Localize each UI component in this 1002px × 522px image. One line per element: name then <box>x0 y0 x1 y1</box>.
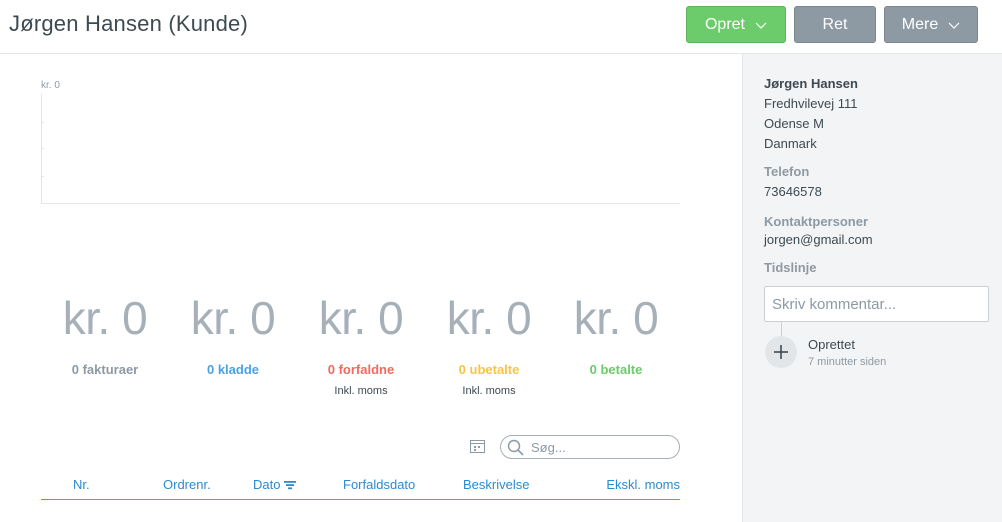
column-label: Nr. <box>73 477 90 492</box>
create-button[interactable]: Opret <box>686 6 786 43</box>
search-icon <box>507 439 524 456</box>
column-header-nr[interactable]: Nr. <box>73 477 90 492</box>
column-header-order[interactable]: Ordrenr. <box>163 477 211 492</box>
column-label: Dato <box>253 477 281 492</box>
table-header: Nr. Ordrenr. Dato Forfaldsdato Beskrivel… <box>41 474 680 500</box>
create-button-label: Opret <box>704 15 745 33</box>
header: Jørgen Hansen (Kunde) Opret Ret Mere <box>0 0 1002 54</box>
edit-button[interactable]: Ret <box>794 6 876 43</box>
phone-label: Telefon <box>764 164 810 179</box>
stat-label: 0 betalte <box>589 362 643 377</box>
main-content: kr. 0 kr. 0 0 fakturaer kr. 0 0 kladde k… <box>0 54 742 522</box>
chevron-down-icon <box>755 22 767 29</box>
column-header-description[interactable]: Beskrivelse <box>463 477 529 492</box>
contact-email[interactable]: jorgen@gmail.com <box>764 232 873 247</box>
comment-field[interactable] <box>764 286 989 322</box>
customer-sidebar: Jørgen Hansen Fredhvilevej 111 Odense M … <box>742 54 1002 522</box>
table-toolbar <box>0 434 742 462</box>
column-label: Beskrivelse <box>463 477 530 492</box>
address-line: Odense M <box>764 116 824 131</box>
summary-stats: kr. 0 0 fakturaer kr. 0 0 kladde kr. 0 0… <box>41 290 680 400</box>
edit-button-label: Ret <box>822 15 848 33</box>
stat-label: 0 fakturaer <box>71 362 139 377</box>
stat-label: 0 kladde <box>206 362 260 377</box>
column-header-date[interactable]: Dato <box>253 477 297 492</box>
phone-value: 73646578 <box>764 184 822 199</box>
stat-sub: Inkl. moms <box>334 385 388 397</box>
stat-paid[interactable]: kr. 0 0 betalte <box>552 290 680 385</box>
column-label: Ekskl. moms <box>606 477 680 492</box>
search-input[interactable] <box>531 438 671 456</box>
timeline-event-time: 7 minutter siden <box>808 356 887 368</box>
calendar-icon[interactable] <box>470 439 485 453</box>
column-header-excl-vat[interactable]: Ekskl. moms <box>606 477 680 492</box>
customer-name: Jørgen Hansen <box>764 76 858 91</box>
stat-value: kr. 0 <box>190 292 276 344</box>
chart-area <box>41 94 680 204</box>
stat-value: kr. 0 <box>573 292 659 344</box>
comment-input[interactable] <box>765 287 988 321</box>
stat-value: kr. 0 <box>62 292 148 344</box>
sort-icon <box>284 480 297 489</box>
stat-label: 0 forfaldne <box>327 362 395 377</box>
more-button-label: Mere <box>901 15 939 33</box>
page-title: Jørgen Hansen (Kunde) <box>9 11 248 36</box>
column-label: Forfaldsdato <box>343 477 416 492</box>
column-header-due-date[interactable]: Forfaldsdato <box>343 477 415 492</box>
stat-sub: Inkl. moms <box>462 385 516 397</box>
timeline-event-title: Oprettet <box>808 337 855 352</box>
stat-label: 0 ubetalte <box>458 362 520 377</box>
chevron-down-icon <box>948 22 960 29</box>
timeline-label: Tidslinje <box>764 260 817 275</box>
more-button[interactable]: Mere <box>884 6 978 43</box>
address-line: Fredhvilevej 111 <box>764 96 858 111</box>
stat-unpaid[interactable]: kr. 0 0 ubetalte Inkl. moms <box>425 290 553 397</box>
stat-drafts[interactable]: kr. 0 0 kladde <box>169 290 297 385</box>
contacts-label: Kontaktpersoner <box>764 214 869 229</box>
search-field[interactable] <box>500 435 680 459</box>
stat-overdue[interactable]: kr. 0 0 forfaldne Inkl. moms <box>297 290 425 397</box>
address-line: Danmark <box>764 136 817 151</box>
revenue-chart: kr. 0 <box>41 80 680 204</box>
stat-value: kr. 0 <box>318 292 404 344</box>
column-label: Ordrenr. <box>163 477 211 492</box>
stat-invoices[interactable]: kr. 0 0 fakturaer <box>41 290 169 385</box>
stat-value: kr. 0 <box>446 292 532 344</box>
plus-icon <box>774 345 788 359</box>
timeline-event-marker <box>765 336 797 368</box>
